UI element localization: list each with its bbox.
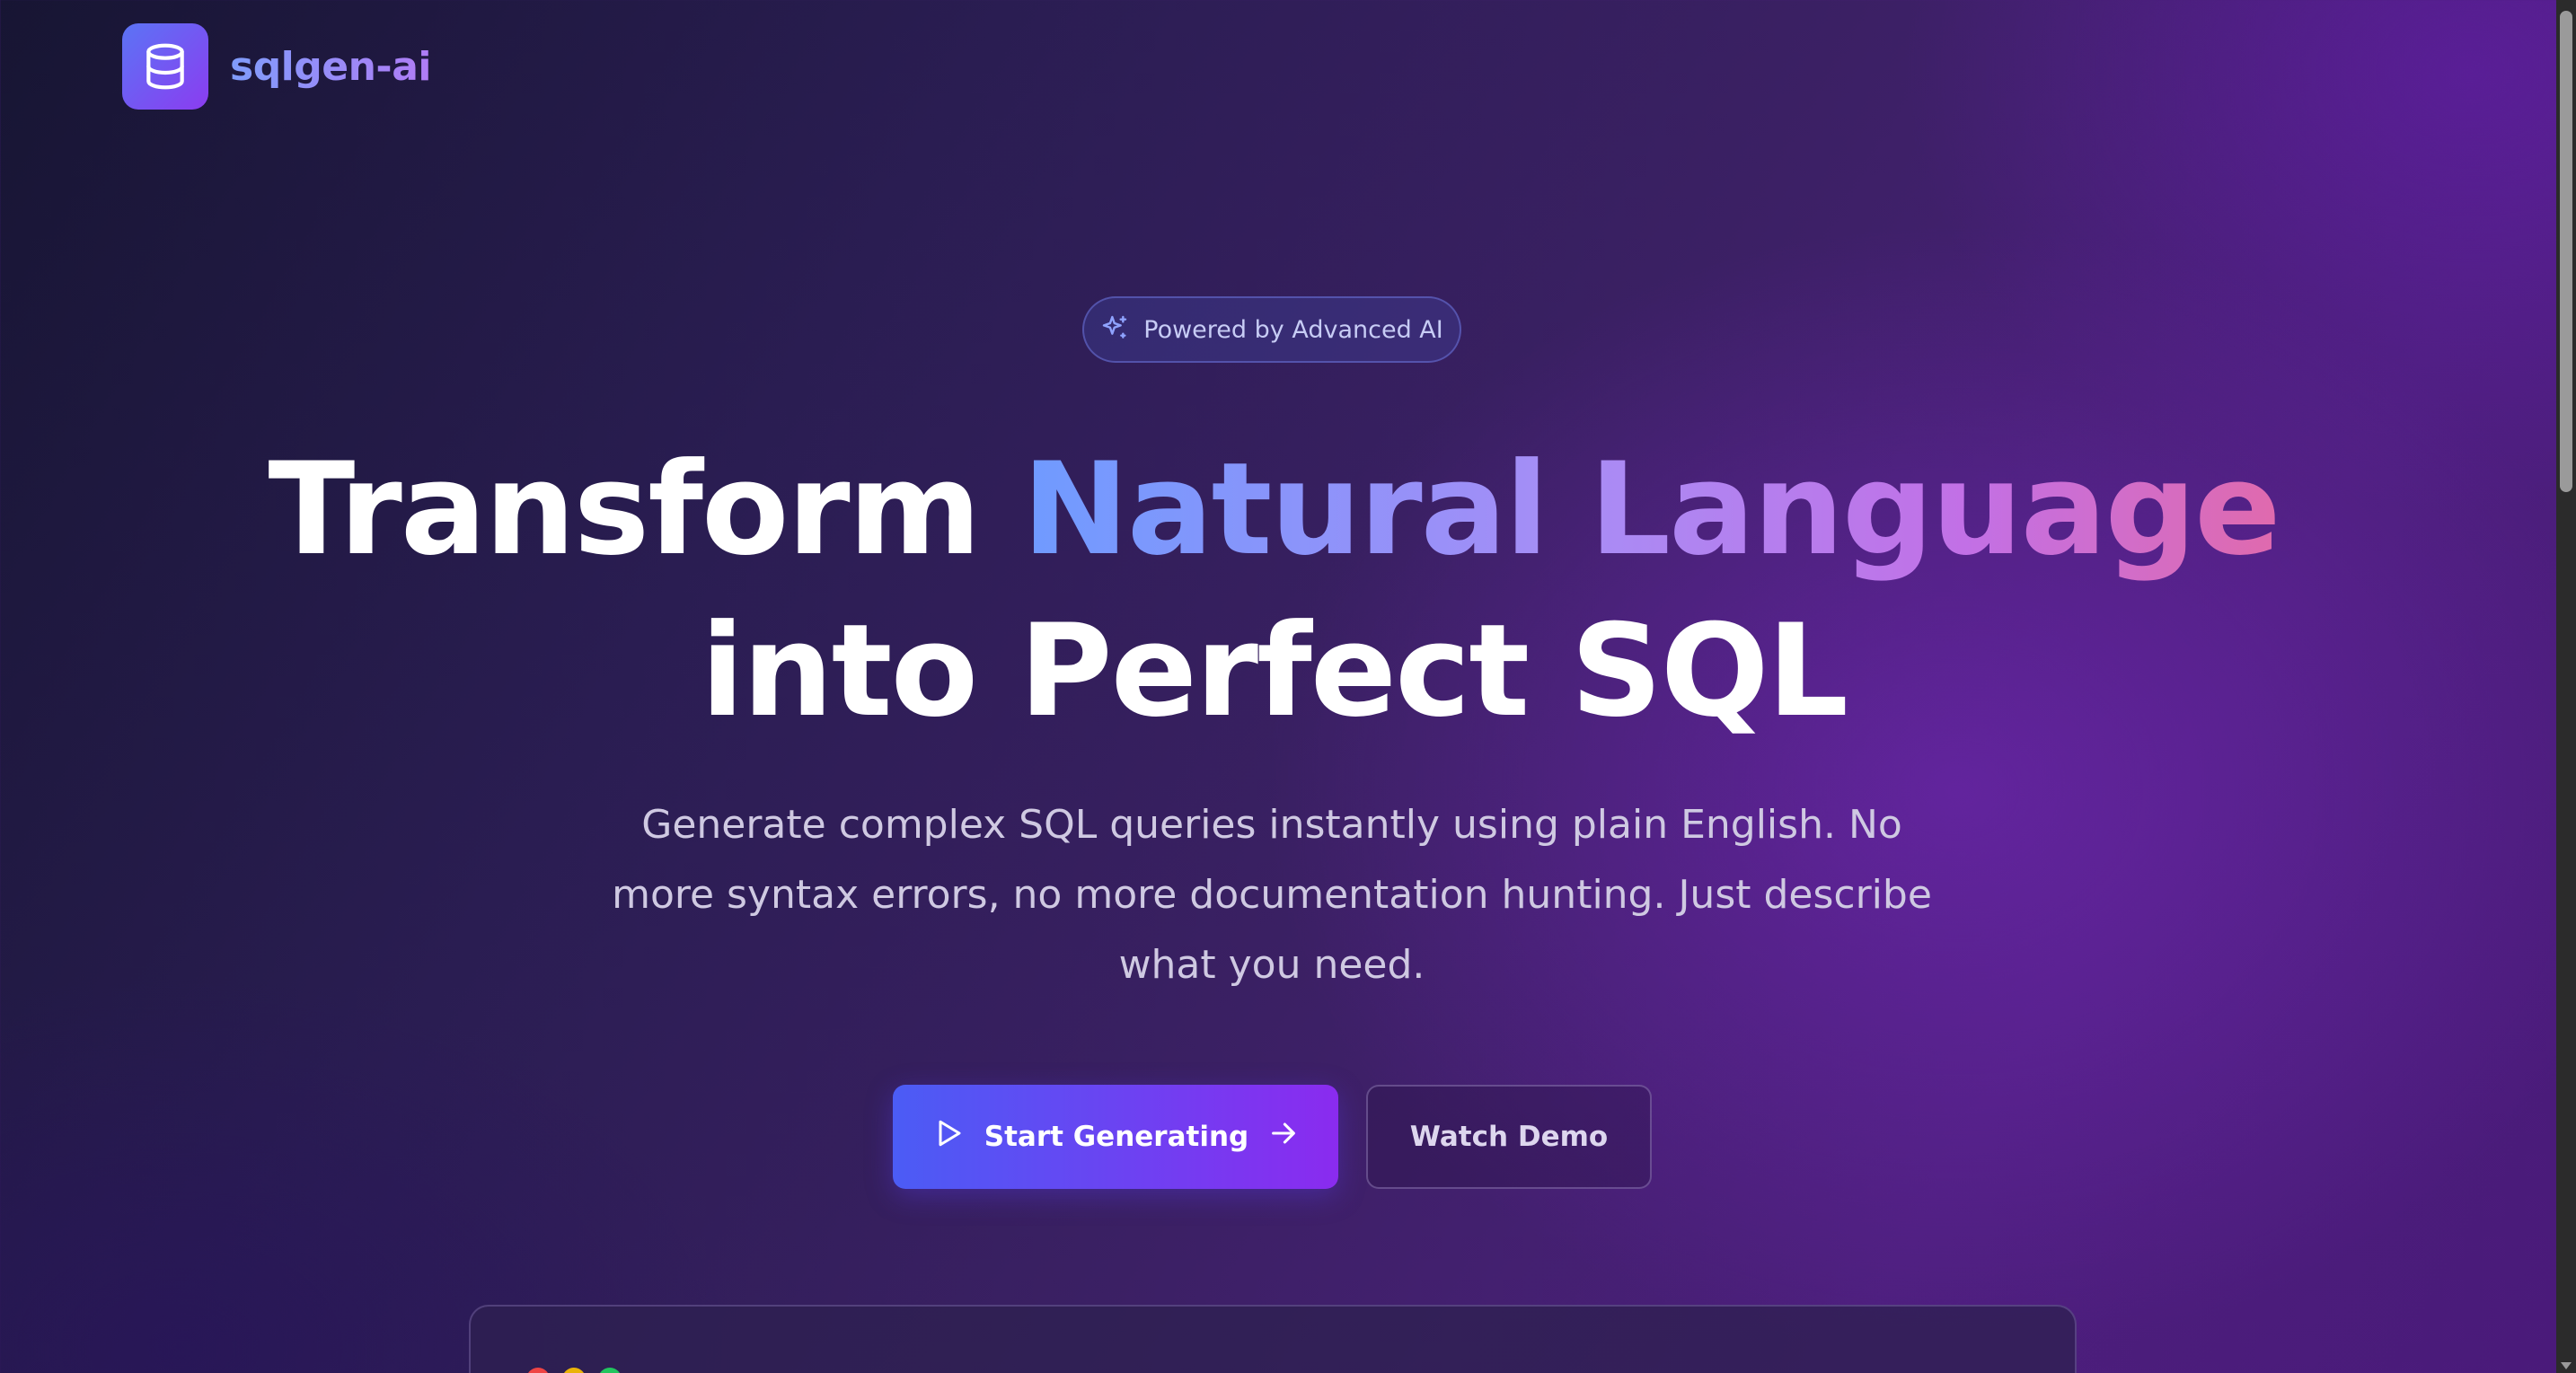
arrow-right-icon bbox=[1268, 1118, 1299, 1156]
scrollbar-thumb[interactable] bbox=[2560, 11, 2572, 492]
demo-preview-window bbox=[469, 1305, 2077, 1373]
start-generating-label: Start Generating bbox=[984, 1121, 1249, 1153]
hero-subtitle: Generate complex SQL queries instantly u… bbox=[612, 802, 1932, 988]
headline-part-2: into Perfect SQL bbox=[700, 597, 1848, 745]
scroll-down-arrow-icon[interactable] bbox=[2561, 1362, 2572, 1369]
database-icon bbox=[122, 23, 208, 110]
watch-demo-button[interactable]: Watch Demo bbox=[1366, 1085, 1652, 1189]
badge-text: Powered by Advanced AI bbox=[1143, 315, 1443, 344]
play-icon bbox=[932, 1117, 965, 1157]
headline-highlight: Natural Language bbox=[1021, 436, 2281, 584]
headline-part-1: Transform bbox=[268, 436, 1022, 584]
window-dot-yellow bbox=[562, 1368, 586, 1373]
powered-by-badge: Powered by Advanced AI bbox=[1082, 296, 1461, 363]
hero-headline: Transform Natural Language into Perfect … bbox=[0, 429, 2547, 753]
window-controls bbox=[526, 1368, 622, 1373]
brand-name: sqlgen-ai bbox=[230, 43, 431, 90]
window-dot-green bbox=[598, 1368, 622, 1373]
brand-logo-link[interactable]: sqlgen-ai bbox=[122, 23, 431, 110]
start-generating-button[interactable]: Start Generating bbox=[893, 1085, 1338, 1189]
window-dot-red bbox=[526, 1368, 550, 1373]
sparkles-icon bbox=[1100, 313, 1129, 346]
page-scrollbar[interactable] bbox=[2556, 0, 2576, 1373]
